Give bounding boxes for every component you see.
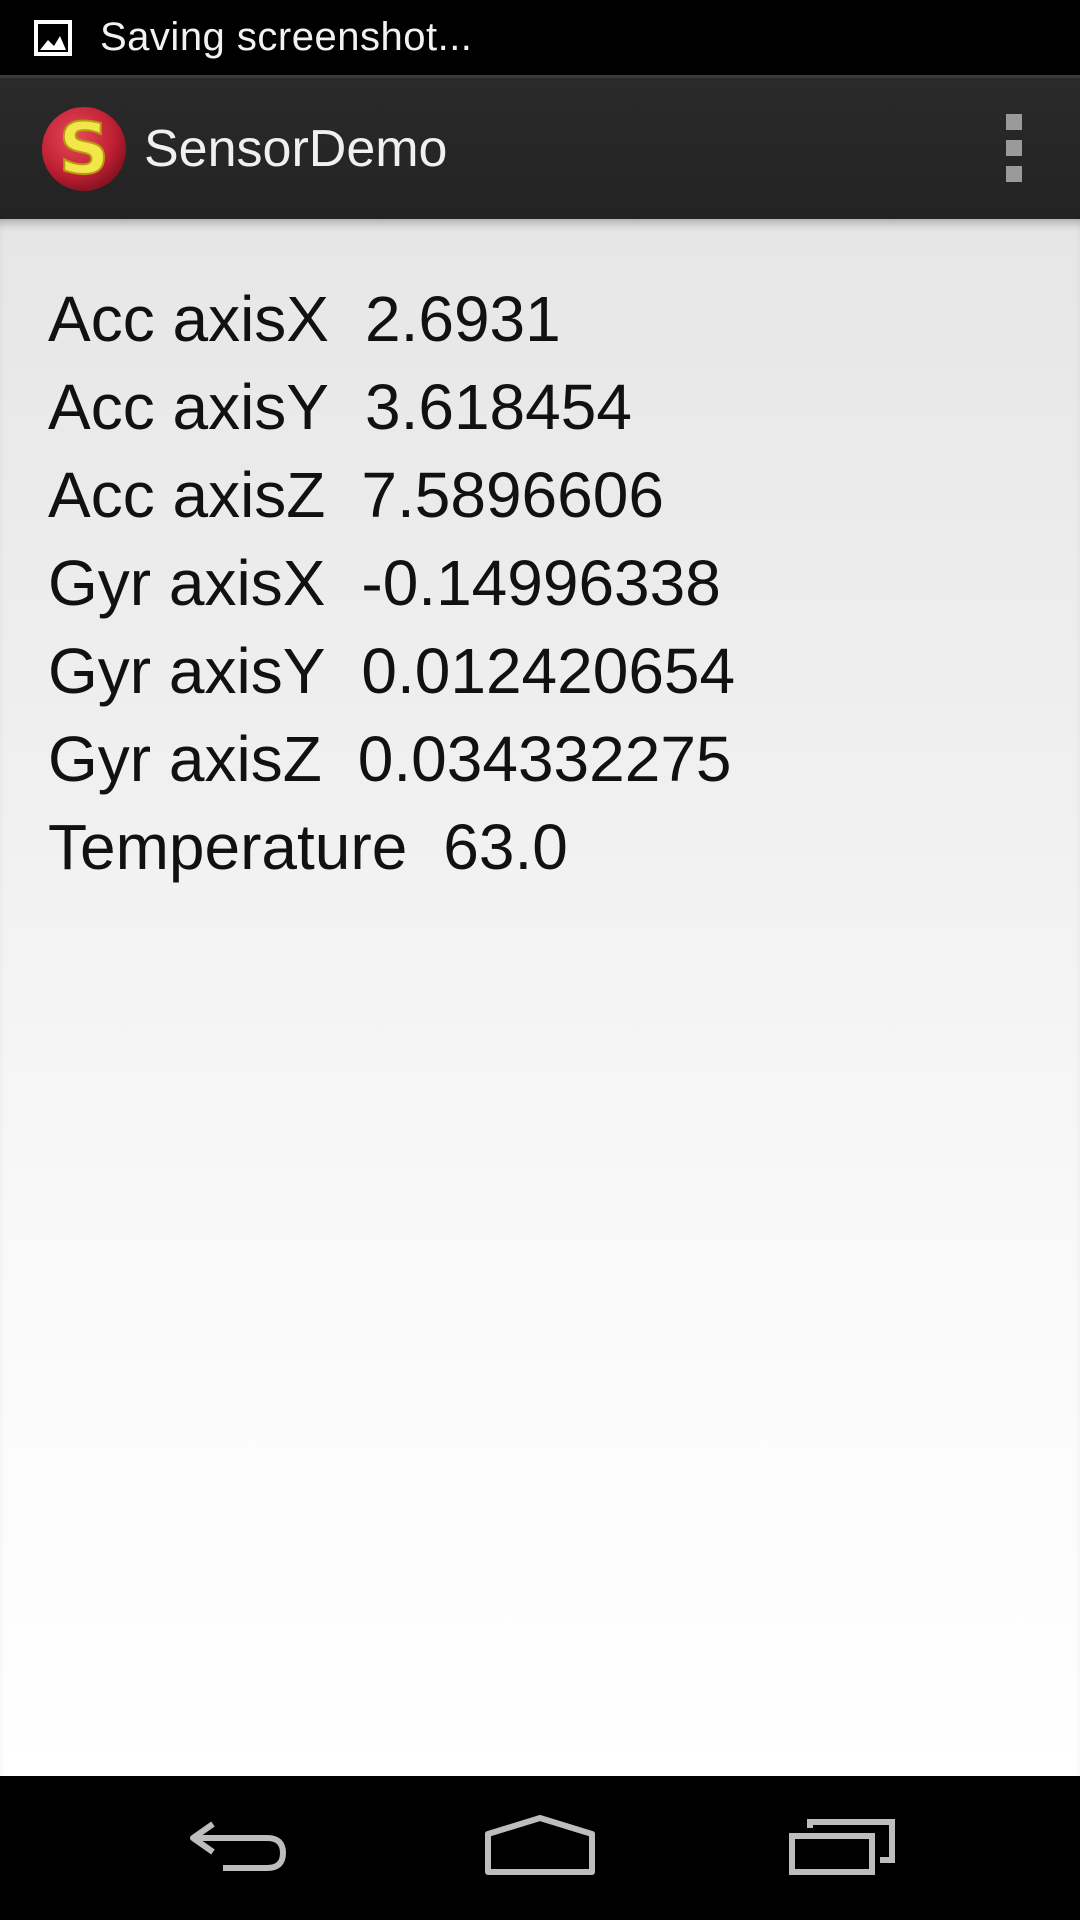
back-button[interactable] <box>160 1798 320 1898</box>
screen: Saving screenshot... S SensorDemo Acc ax… <box>0 0 1080 1920</box>
action-bar: S SensorDemo <box>0 75 1080 219</box>
app-title: SensorDemo <box>144 119 448 178</box>
status-bar: Saving screenshot... <box>0 0 1080 75</box>
sensor-row-gyr-z: Gyr axisZ 0.034332275 <box>48 715 735 803</box>
home-button[interactable] <box>460 1798 620 1898</box>
sensor-label: Gyr axisZ <box>48 723 322 795</box>
notification-text: Saving screenshot... <box>100 15 473 59</box>
sensor-row-gyr-y: Gyr axisY 0.012420654 <box>48 627 735 715</box>
overflow-dot <box>1006 140 1022 156</box>
overflow-dot <box>1006 114 1022 130</box>
svg-text:S: S <box>59 108 109 190</box>
overflow-menu-icon[interactable] <box>984 98 1044 198</box>
sensor-value: 2.6931 <box>364 283 561 355</box>
sensor-label: Acc axisY <box>48 371 329 443</box>
navigation-bar <box>0 1776 1080 1920</box>
sensor-label: Acc axisX <box>48 283 329 355</box>
content-area: Acc axisX 2.6931 Acc axisY 3.618454 Acc ax… <box>0 219 1080 1776</box>
sensor-row-acc-x: Acc axisX 2.6931 <box>48 275 735 363</box>
sensor-label: Gyr axisY <box>48 635 326 707</box>
recent-apps-icon <box>788 1816 898 1881</box>
sensor-value: 0.012420654 <box>361 635 736 707</box>
sensor-row-temperature: Temperature 63.0 <box>48 803 735 891</box>
sensor-value: -0.14996338 <box>361 547 721 619</box>
back-icon <box>185 1816 295 1881</box>
image-icon <box>34 19 72 57</box>
sensor-row-acc-y: Acc axisY 3.618454 <box>48 363 735 451</box>
sensor-label: Gyr axisX <box>48 547 326 619</box>
sensor-value: 0.034332275 <box>357 723 732 795</box>
recent-apps-button[interactable] <box>763 1798 923 1898</box>
app-logo-icon[interactable]: S <box>40 105 128 193</box>
sensor-value: 7.5896606 <box>361 459 664 531</box>
sensor-label: Temperature <box>48 811 408 883</box>
sensor-list: Acc axisX 2.6931 Acc axisY 3.618454 Acc ax… <box>48 275 735 891</box>
sensor-row-acc-z: Acc axisZ 7.5896606 <box>48 451 735 539</box>
home-icon <box>482 1814 598 1883</box>
sensor-value: 63.0 <box>443 811 568 883</box>
sensor-value: 3.618454 <box>364 371 632 443</box>
sensor-row-gyr-x: Gyr axisX -0.14996338 <box>48 539 735 627</box>
overflow-dot <box>1006 166 1022 182</box>
sensor-label: Acc axisZ <box>48 459 326 531</box>
